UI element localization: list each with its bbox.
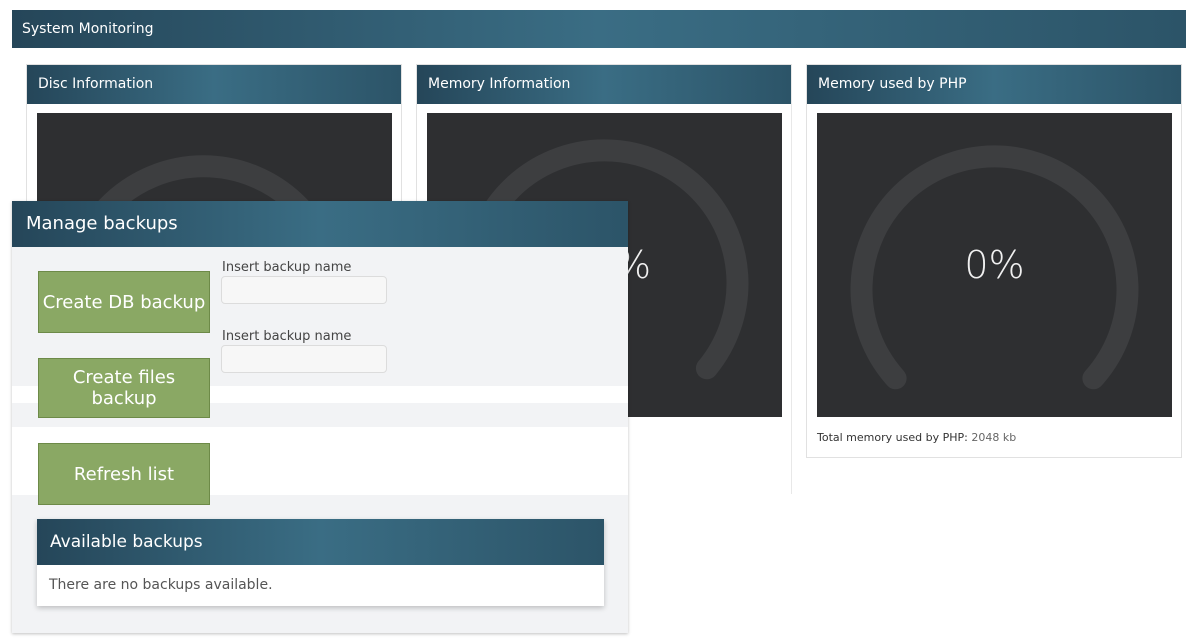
create-files-backup-button[interactable]: Create files backup [38, 358, 210, 418]
create-db-backup-button[interactable]: Create DB backup [38, 271, 210, 333]
refresh-list-button[interactable]: Refresh list [38, 443, 210, 505]
files-backup-name-input[interactable] [221, 345, 387, 373]
php-gauge-value: 0% [964, 243, 1025, 287]
manage-backups-panel: Manage backups Create DB backup Insert b… [12, 201, 628, 633]
available-backups-panel: Available backups There are no backups a… [37, 519, 604, 606]
available-backups-empty-message: There are no backups available. [49, 577, 273, 593]
disc-information-panel: Disc Information [26, 64, 402, 205]
memory-panel-title: Memory Information [417, 65, 791, 104]
php-memory-footer-label: Total memory used by PHP: [817, 431, 968, 444]
system-monitoring-header: System Monitoring [12, 10, 1186, 48]
available-backups-title: Available backups [37, 519, 604, 565]
disc-gauge [37, 113, 392, 205]
page-title: System Monitoring [22, 21, 154, 37]
php-memory-panel: Memory used by PHP 0% Total memory used … [806, 64, 1182, 458]
php-gauge: 0% [817, 113, 1172, 417]
php-panel-title: Memory used by PHP [807, 65, 1181, 104]
db-backup-name-input[interactable] [221, 276, 387, 304]
disc-gauge-chart [94, 155, 313, 205]
disc-panel-title: Disc Information [27, 65, 401, 104]
manage-backups-title: Manage backups [12, 201, 628, 247]
php-memory-footer-value: 2048 kb [971, 431, 1017, 444]
disc-gauge-track [94, 155, 313, 205]
db-backup-name-label: Insert backup name [222, 260, 352, 275]
php-memory-footer: Total memory used by PHP: 2048 kb [817, 431, 1016, 444]
files-backup-name-label: Insert backup name [222, 329, 352, 344]
